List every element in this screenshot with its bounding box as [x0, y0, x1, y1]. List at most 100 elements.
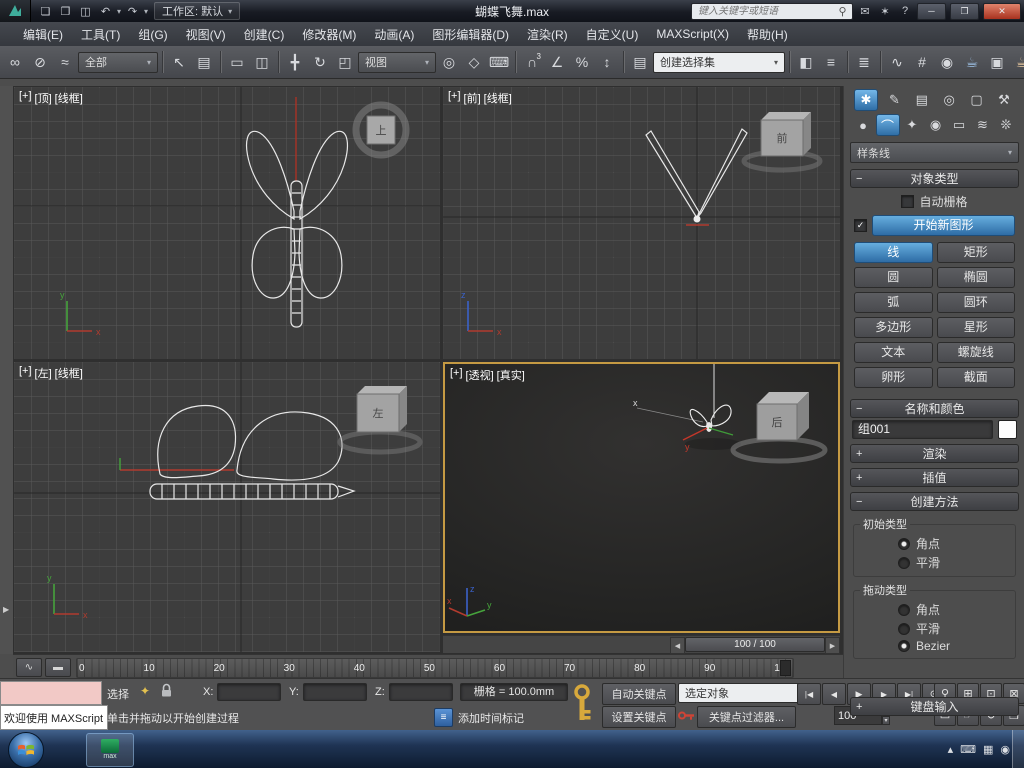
- shape-category-dropdown[interactable]: 样条线 ▾: [850, 142, 1019, 163]
- shape-button-ngon[interactable]: 多边形: [854, 317, 933, 338]
- viewcube[interactable]: 后: [730, 392, 828, 464]
- menu-create[interactable]: 创建(C): [235, 22, 294, 46]
- category-spacewarps-icon[interactable]: ≋: [972, 115, 994, 135]
- help-icon[interactable]: ?: [897, 5, 913, 17]
- viewport-top-canvas[interactable]: 上 y x: [14, 87, 440, 359]
- app-logo-icon[interactable]: [0, 0, 31, 22]
- track-bar-ruler[interactable]: 010 2030 4050 6070 8090 100: [76, 658, 794, 678]
- viewport-front[interactable]: 前 z x [+] [前] [线框]: [443, 87, 840, 359]
- rectangular-selection-region-icon[interactable]: ▭: [225, 50, 249, 74]
- selection-filter-dropdown[interactable]: 选定对象 ▾: [678, 683, 808, 703]
- redo-caret-icon[interactable]: ▾: [144, 7, 148, 16]
- communication-center-icon[interactable]: ✉: [857, 5, 873, 18]
- open-file-icon[interactable]: ❐: [57, 3, 74, 19]
- viewport-top[interactable]: 上 y x [+] [顶] [线框]: [14, 87, 440, 359]
- drag-type-corner-radio[interactable]: 角点: [860, 599, 1009, 618]
- select-and-rotate-icon[interactable]: ↻: [308, 50, 332, 74]
- viewport-menu-button[interactable]: [+]: [19, 90, 32, 106]
- render-production-icon[interactable]: ☕: [1010, 50, 1024, 74]
- viewport-pov-label[interactable]: [左]: [35, 365, 52, 381]
- viewport-pov-label[interactable]: [顶]: [35, 90, 52, 106]
- previous-frame-arrow[interactable]: ◀: [670, 637, 685, 654]
- mirror-icon[interactable]: ◧: [794, 50, 818, 74]
- spinner-snap-icon[interactable]: ↕: [595, 50, 619, 74]
- redo-icon[interactable]: ↷: [124, 3, 141, 19]
- tab-hierarchy-icon[interactable]: ▤: [911, 90, 933, 110]
- favorites-icon[interactable]: ✶: [877, 5, 893, 18]
- radio-dot[interactable]: [898, 622, 910, 635]
- shape-button-donut[interactable]: 圆环: [936, 292, 1015, 313]
- viewport-shading-label[interactable]: [线框]: [484, 90, 512, 106]
- previous-frame-icon[interactable]: ◀: [822, 683, 846, 705]
- start-button[interactable]: [8, 732, 44, 768]
- select-by-name-icon[interactable]: ▤: [192, 50, 216, 74]
- bind-to-space-warp-icon[interactable]: ≈: [53, 50, 77, 74]
- viewport-menu-button[interactable]: [+]: [19, 365, 32, 381]
- prompt-history-icon[interactable]: ≡: [434, 708, 453, 727]
- shape-button-egg[interactable]: 卵形: [854, 367, 933, 388]
- add-time-tag[interactable]: 添加时间标记: [458, 710, 524, 726]
- radio-dot[interactable]: [898, 640, 910, 652]
- unlink-selection-icon[interactable]: ⊘: [28, 50, 52, 74]
- initial-type-corner-radio[interactable]: 角点: [860, 533, 1009, 552]
- isolate-selection-icon[interactable]: ✦: [140, 684, 150, 698]
- set-keys-big-key-icon[interactable]: [568, 683, 596, 728]
- rollout-creation-method[interactable]: − 创建方法: [850, 492, 1019, 511]
- tab-create-icon[interactable]: ✱: [854, 89, 878, 111]
- time-slider-handle[interactable]: 100 / 100: [685, 637, 825, 652]
- viewport-shading-label[interactable]: [真实]: [497, 367, 525, 383]
- category-lights-icon[interactable]: ✦: [901, 115, 923, 135]
- menu-animation[interactable]: 动画(A): [365, 22, 423, 46]
- tab-motion-icon[interactable]: ◎: [938, 90, 960, 110]
- x-coordinate-field[interactable]: [217, 683, 281, 701]
- shape-button-section[interactable]: 截面: [936, 367, 1015, 388]
- rollout-keyboard-entry[interactable]: + 键盘输入: [850, 697, 1019, 716]
- shape-button-line[interactable]: 线: [854, 242, 933, 263]
- category-cameras-icon[interactable]: ◉: [925, 115, 947, 135]
- menu-rendering[interactable]: 渲染(R): [518, 22, 577, 46]
- menu-modifiers[interactable]: 修改器(M): [293, 22, 365, 46]
- align-icon[interactable]: ≡: [819, 50, 843, 74]
- selection-filter-combo[interactable]: 全部 ▾: [78, 51, 158, 73]
- object-name-field[interactable]: 组001: [852, 420, 993, 439]
- 3dsmax-taskbar-button[interactable]: max: [86, 733, 134, 767]
- edit-named-selection-sets-icon[interactable]: ▤: [628, 50, 652, 74]
- show-hidden-icons-button[interactable]: ▴: [948, 743, 954, 756]
- new-file-icon[interactable]: ❏: [37, 3, 54, 19]
- viewport-left[interactable]: 左 y x [+] [左] [线框]: [14, 362, 440, 652]
- select-and-manipulate-icon[interactable]: ◇: [462, 50, 486, 74]
- rollout-interpolation[interactable]: + 插值: [850, 468, 1019, 487]
- category-helpers-icon[interactable]: ▭: [948, 115, 970, 135]
- key-filters-button[interactable]: 关键点过滤器...: [697, 706, 796, 728]
- start-new-shape-button[interactable]: 开始新图形: [872, 215, 1015, 236]
- viewcube[interactable]: 前: [741, 112, 823, 173]
- viewport-shading-label[interactable]: [线框]: [55, 365, 83, 381]
- rollout-rendering[interactable]: + 渲染: [850, 444, 1019, 463]
- category-geometry-icon[interactable]: ●: [852, 115, 874, 135]
- drag-type-smooth-radio[interactable]: 平滑: [860, 618, 1009, 637]
- y-coordinate-field[interactable]: [303, 683, 367, 701]
- menu-edit[interactable]: 编辑(E): [14, 22, 72, 46]
- shape-button-ellipse[interactable]: 椭圆: [936, 267, 1015, 288]
- rollout-object-type[interactable]: − 对象类型: [850, 169, 1019, 188]
- maxscript-mini-listener[interactable]: 欢迎使用 MAXScript: [0, 705, 108, 730]
- minimize-button[interactable]: ─: [917, 2, 946, 20]
- menu-tools[interactable]: 工具(T): [72, 22, 129, 46]
- menu-group[interactable]: 组(G): [129, 22, 176, 46]
- use-center-icon[interactable]: ◎: [437, 50, 461, 74]
- network-icon[interactable]: ▦: [983, 743, 993, 756]
- current-frame-marker[interactable]: [780, 660, 791, 676]
- shape-button-arc[interactable]: 弧: [854, 292, 933, 313]
- viewport-left-canvas[interactable]: 左 y x: [14, 362, 440, 652]
- rollout-name-color[interactable]: − 名称和颜色: [850, 399, 1019, 418]
- selection-lock-icon[interactable]: [160, 683, 173, 701]
- shape-button-circle[interactable]: 圆: [854, 267, 933, 288]
- menu-customize[interactable]: 自定义(U): [577, 22, 648, 46]
- viewport-perspective-canvas[interactable]: x y 后 z x y: [445, 364, 838, 631]
- close-button[interactable]: ✕: [983, 2, 1021, 20]
- spin-down-icon[interactable]: ▾: [882, 715, 890, 725]
- mini-curve-editor-icon[interactable]: ∿: [16, 658, 42, 677]
- schematic-view-icon[interactable]: #: [910, 50, 934, 74]
- viewport-perspective[interactable]: x y 后 z x y [+] [透视] [真实]: [443, 362, 840, 633]
- object-color-swatch[interactable]: [998, 420, 1017, 439]
